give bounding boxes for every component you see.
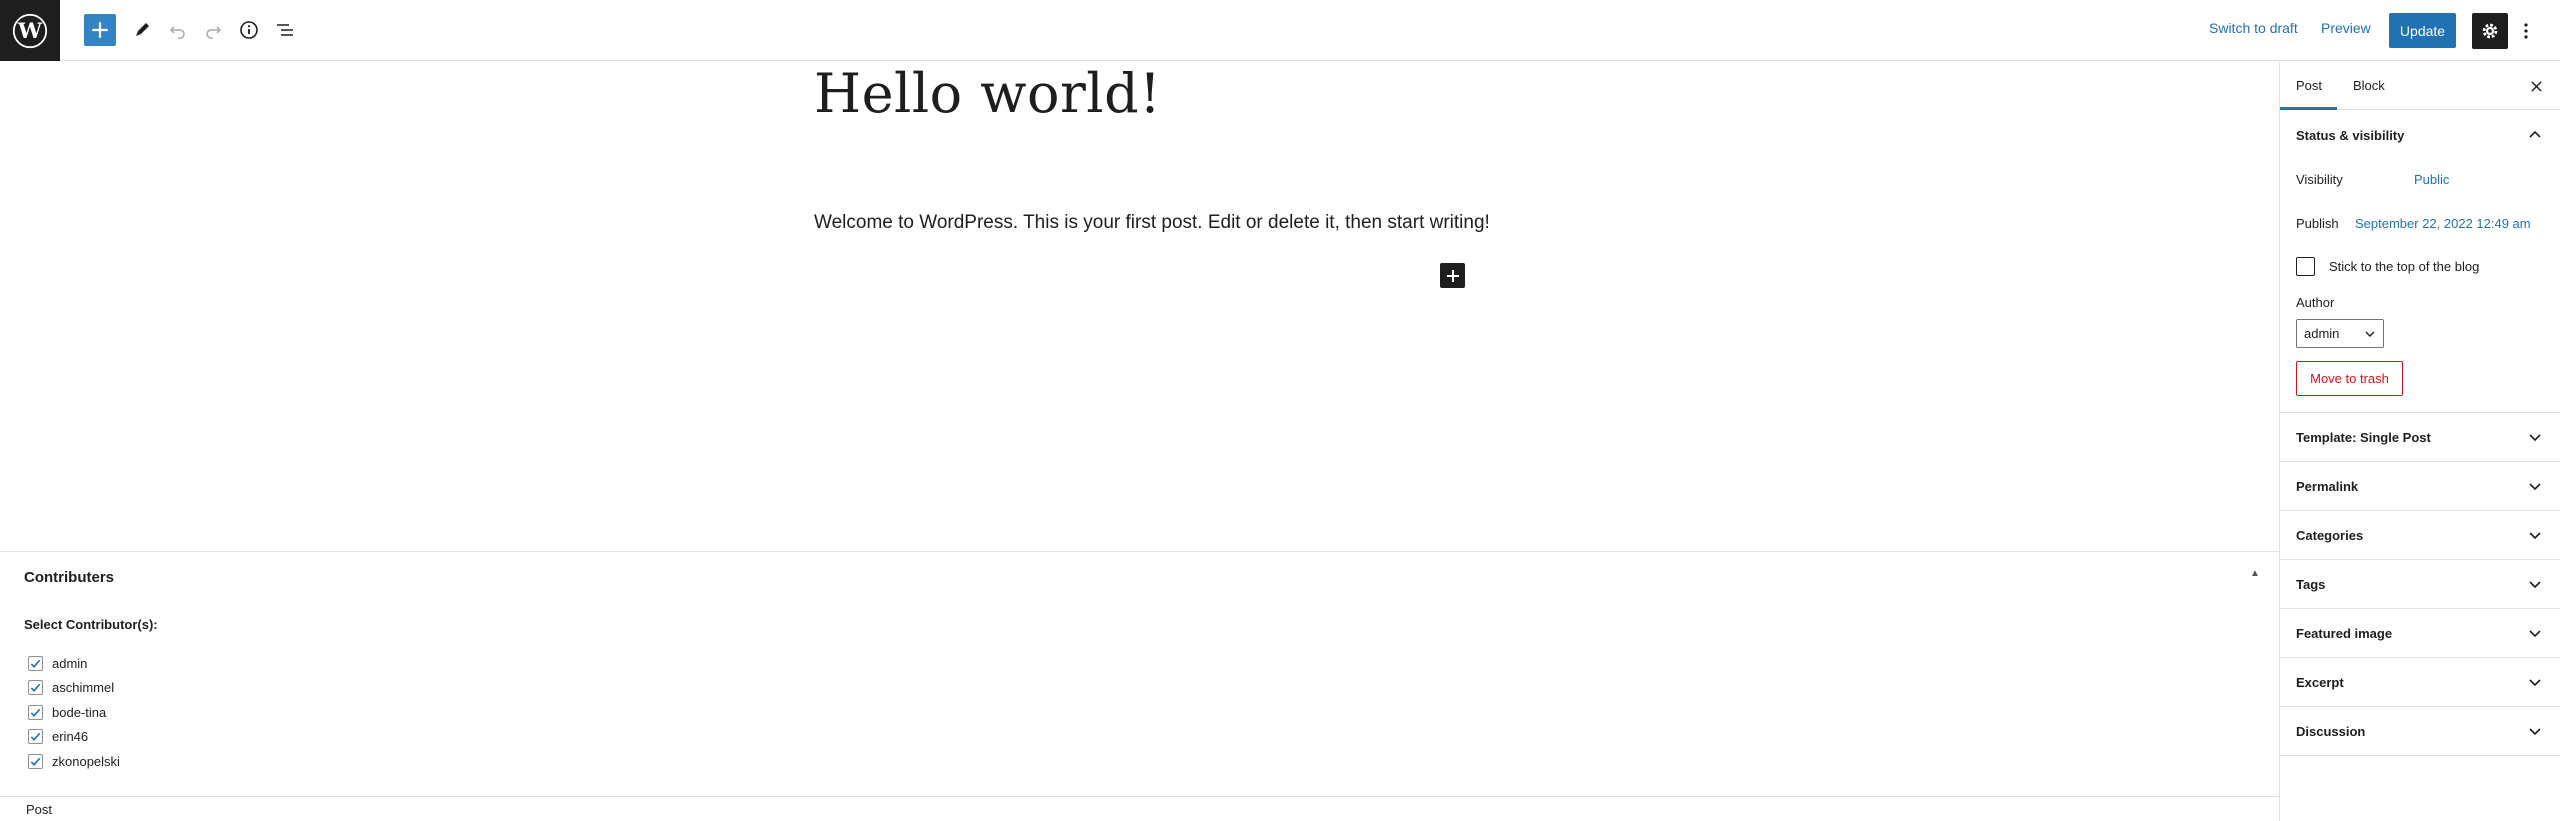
contributor-item: bode-tina [28,700,120,725]
more-vertical-icon [2524,23,2528,39]
top-toolbar: W Switch to draft Preview Update [0,0,2560,61]
list-view-icon [277,24,293,36]
publish-date-toggle[interactable]: September 22, 2022 12:49 am [2355,216,2531,231]
svg-text:W: W [17,19,43,44]
checkmark-icon [30,757,41,766]
details-button[interactable] [233,14,265,46]
switch-to-draft-button[interactable]: Switch to draft [2209,20,2298,36]
post-title[interactable]: Hello world! [814,62,1161,125]
panel-excerpt[interactable]: Excerpt [2280,658,2560,707]
metabox-toggle-icon[interactable]: ▲ [2250,568,2260,579]
contributor-name: aschimmel [52,680,115,696]
tab-post[interactable]: Post [2296,78,2322,93]
panel-tags[interactable]: Tags [2280,560,2560,609]
panel-discussion[interactable]: Discussion [2280,707,2560,756]
info-icon [240,21,258,39]
contributor-item: erin46 [28,725,120,750]
panel-template[interactable]: Template: Single Post [2280,413,2560,462]
active-tab-indicator [2280,107,2337,110]
update-button[interactable]: Update [2389,13,2456,48]
metabox-title: Contributers [24,569,114,586]
chevron-down-icon [2529,679,2541,687]
visibility-label: Visibility [2296,172,2343,187]
contributor-name: admin [52,655,88,671]
contributors-metabox: Contributers ▲ Select Contributor(s): ad… [0,551,2279,795]
tools-button[interactable] [126,14,158,46]
preview-button[interactable]: Preview [2321,20,2371,36]
chevron-down-icon [2529,581,2541,589]
stick-to-top-checkbox[interactable] [2296,257,2315,276]
paragraph-block[interactable]: Welcome to WordPress. This is your first… [814,212,1490,234]
panel-title: Discussion [2296,724,2366,739]
visibility-toggle[interactable]: Public [2414,172,2449,187]
editor-canvas [0,62,2279,550]
publish-label: Publish [2296,216,2339,231]
panel-permalink[interactable]: Permalink [2280,462,2560,511]
contributor-name: erin46 [52,729,89,745]
checkmark-icon [30,683,41,693]
contributor-item: admin [28,651,120,676]
chevron-down-icon [2529,630,2541,638]
chevron-down-icon [2365,331,2375,337]
panel-title: Tags [2296,577,2326,592]
contributor-name: bode-tina [52,704,107,720]
panel-title: Excerpt [2296,675,2344,690]
contributor-checkbox[interactable] [28,655,43,671]
settings-sidebar: Post Block Status & visibility Visibilit… [2279,62,2560,821]
contributor-name: zkonopelski [52,753,120,769]
close-icon [2530,80,2542,92]
chevron-down-icon [2529,483,2541,491]
chevron-down-icon [2529,434,2541,442]
editor-footer: Post [0,796,2279,821]
redo-icon [206,26,222,39]
panel-title: Categories [2296,528,2364,543]
author-label: Author [2296,295,2335,310]
wordpress-logo-icon[interactable]: W [0,0,60,61]
move-to-trash-button[interactable]: Move to trash [2296,361,2403,396]
pencil-icon [136,23,149,36]
block-inserter-button[interactable] [1440,263,1465,288]
contributor-item: zkonopelski [28,749,120,774]
chevron-up-icon [2529,130,2541,138]
panel-categories[interactable]: Categories [2280,511,2560,560]
checkmark-icon [30,659,41,668]
author-select[interactable]: admin [2296,319,2384,348]
add-block-button[interactable] [84,14,116,46]
contributor-checkbox[interactable] [28,753,43,769]
panel-featured-image[interactable]: Featured image [2280,609,2560,658]
breadcrumb[interactable]: Post [26,802,52,817]
author-select-value: admin [2304,326,2340,341]
undo-icon [169,26,185,39]
gear-icon [2482,23,2498,39]
checkmark-icon [30,732,41,742]
chevron-down-icon [2529,728,2541,736]
panel-title: Template: Single Post [2296,430,2431,445]
contributor-checkbox[interactable] [28,729,43,745]
panel-title: Featured image [2296,626,2393,641]
tab-block[interactable]: Block [2353,78,2385,93]
select-contributors-label: Select Contributor(s): [24,617,158,632]
stick-to-top-label: Stick to the top of the blog [2329,259,2480,274]
close-sidebar-button[interactable] [2526,76,2546,96]
options-button[interactable] [2516,13,2536,49]
panel-title: Permalink [2296,479,2359,494]
settings-button[interactable] [2472,13,2508,49]
plus-icon [92,22,108,38]
plus-icon [1446,269,1459,282]
contributor-item: aschimmel [28,676,120,701]
sidebar-tabs: Post Block [2280,62,2560,110]
contributor-checkbox[interactable] [28,704,43,720]
contributor-checkbox[interactable] [28,680,43,696]
list-view-button[interactable] [269,14,301,46]
undo-button[interactable] [162,14,194,46]
panel-status-visibility[interactable]: Status & visibility [2280,111,2560,160]
redo-button[interactable] [197,14,229,46]
panel-title: Status & visibility [2296,128,2405,143]
chevron-down-icon [2529,532,2541,540]
contributors-list: admin aschimmel bode-tina erin46 zkonope… [28,651,120,774]
checkmark-icon [30,708,41,717]
